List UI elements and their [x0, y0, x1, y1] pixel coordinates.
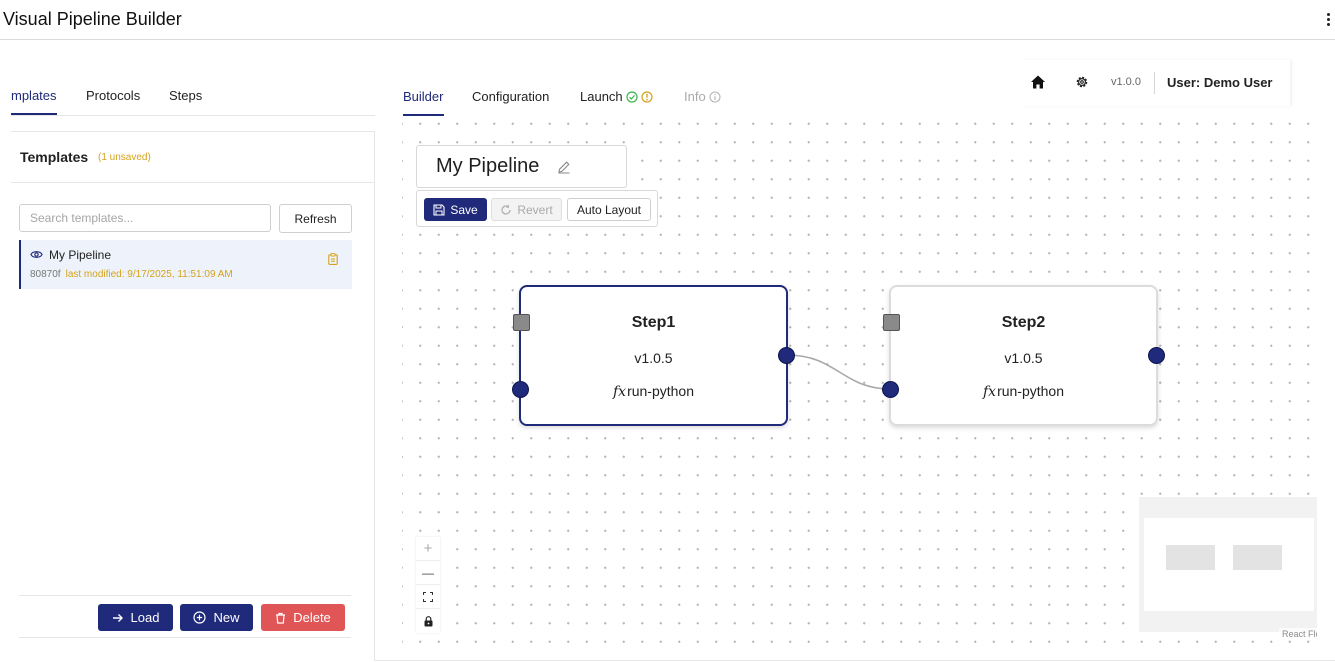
- user-label[interactable]: User: Demo User: [1167, 75, 1273, 90]
- save-button[interactable]: Save: [424, 198, 487, 221]
- template-meta: 80870f last modified: 9/17/2025, 11:51:09…: [30, 269, 233, 280]
- active-tab-indicator: [403, 114, 444, 116]
- save-label: Save: [450, 202, 478, 217]
- eye-icon: [30, 251, 43, 258]
- fit-view-icon: [423, 591, 433, 602]
- templates-panel: Templates (1 unsaved) Refresh My Pipelin…: [11, 131, 375, 661]
- divider: [375, 660, 1335, 661]
- function-icon: fx: [982, 384, 997, 400]
- node-title: Step1: [631, 314, 676, 331]
- node-input-handle[interactable]: [882, 381, 899, 398]
- node-title: Step2: [1001, 314, 1046, 331]
- tab-info-label: Info: [684, 89, 706, 104]
- home-icon[interactable]: [1030, 74, 1046, 90]
- tab-configuration-label: Configuration: [472, 89, 550, 104]
- minimap-viewport: [1144, 518, 1314, 611]
- tab-info[interactable]: Info: [684, 89, 721, 104]
- templates-panel-header: Templates (1 unsaved): [11, 132, 375, 183]
- template-name: My Pipeline: [49, 248, 112, 262]
- plus-circle-icon: [193, 611, 207, 624]
- node-version: v1.0.5: [634, 350, 673, 366]
- trash-icon: [276, 612, 286, 624]
- fit-view-button[interactable]: [416, 585, 440, 609]
- zoom-in-button[interactable]: +: [416, 537, 440, 561]
- flow-controls: + —: [416, 537, 440, 633]
- flow-node-step1[interactable]: Step1 v1.0.5 fxrun-python: [512, 285, 795, 426]
- delete-button[interactable]: Delete: [261, 604, 345, 631]
- app-title: Visual Pipeline Builder: [3, 9, 182, 29]
- left-tabs: mplates Protocols Steps: [11, 60, 375, 116]
- minimap-node: [1166, 545, 1215, 570]
- node-output-handle[interactable]: [1148, 347, 1165, 364]
- search-input[interactable]: [19, 204, 271, 232]
- arrow-right-icon: [112, 613, 123, 622]
- node-output-handle[interactable]: [778, 347, 795, 364]
- floppy-disk-icon: [433, 203, 445, 216]
- lock-icon: [424, 615, 432, 626]
- template-list-item[interactable]: My Pipeline 80870f last modified: 9/17/20…: [19, 240, 352, 289]
- kebab-menu-icon[interactable]: [1325, 13, 1331, 29]
- node-function: fxrun-python: [891, 383, 1156, 400]
- flow-node-step2[interactable]: Step2 v1.0.5 fxrun-python: [882, 285, 1165, 426]
- tab-templates[interactable]: mplates: [11, 88, 57, 103]
- refresh-icon: [501, 204, 511, 215]
- gear-icon[interactable]: [1074, 74, 1090, 90]
- pencil-icon[interactable]: [557, 160, 571, 174]
- divider: [1154, 72, 1155, 94]
- revert-label: Revert: [517, 202, 553, 217]
- node-version: v1.0.5: [1004, 350, 1043, 366]
- template-actions-bar: Load New Delete: [19, 595, 351, 638]
- pipeline-title[interactable]: My Pipeline: [436, 155, 539, 178]
- top-right-toolbar: v1.0.0 User: Demo User: [1020, 60, 1290, 106]
- revert-button[interactable]: Revert: [491, 198, 562, 221]
- canvas-edge-strip: [1317, 130, 1335, 659]
- active-tab-indicator: [11, 113, 57, 115]
- node-function-name: run-python: [997, 383, 1064, 399]
- flow-canvas[interactable]: My Pipeline Save Revert Auto Layout Step…: [402, 118, 1317, 659]
- template-modified: last modified: 9/17/2025, 11:51:09 AM: [65, 269, 233, 280]
- clipboard-icon[interactable]: [328, 253, 338, 265]
- node-function: fxrun-python: [521, 383, 786, 400]
- function-icon: fx: [612, 384, 627, 400]
- pipeline-title-box: My Pipeline: [416, 145, 627, 188]
- node-input-handle[interactable]: [512, 381, 529, 398]
- node-config-handle[interactable]: [513, 314, 530, 331]
- new-button[interactable]: New: [180, 604, 253, 631]
- node-function-name: run-python: [627, 383, 694, 399]
- minimap[interactable]: [1139, 497, 1317, 632]
- delete-label: Delete: [293, 610, 331, 625]
- new-label: New: [213, 610, 240, 625]
- panel-title: Templates: [20, 149, 89, 165]
- unsaved-badge: (1 unsaved): [98, 152, 151, 163]
- template-id: 80870f: [30, 269, 61, 280]
- tab-protocols[interactable]: Protocols: [86, 88, 140, 103]
- minimap-node: [1233, 545, 1282, 570]
- react-flow-attribution[interactable]: React Flow: [1279, 628, 1317, 640]
- pipeline-toolbar: Save Revert Auto Layout: [416, 190, 658, 227]
- tab-builder-label: Builder: [403, 89, 444, 104]
- tab-configuration[interactable]: Configuration: [472, 89, 549, 104]
- check-circle-icon: [626, 90, 638, 103]
- load-button[interactable]: Load: [98, 604, 173, 631]
- auto-layout-button[interactable]: Auto Layout: [567, 198, 651, 221]
- tab-launch-label: Launch: [580, 89, 623, 104]
- tab-steps[interactable]: Steps: [169, 88, 202, 103]
- app-header: Visual Pipeline Builder: [0, 0, 1335, 40]
- tab-builder[interactable]: Builder: [403, 89, 443, 104]
- app-version: v1.0.0: [1111, 76, 1141, 88]
- zoom-out-button[interactable]: —: [416, 561, 440, 585]
- warning-circle-icon: [641, 90, 653, 103]
- node-config-handle[interactable]: [883, 314, 900, 331]
- builder-tabs: Builder Configuration Launch Info: [393, 80, 993, 118]
- load-label: Load: [130, 610, 160, 625]
- lock-button[interactable]: [416, 609, 440, 633]
- tab-launch[interactable]: Launch: [580, 89, 653, 104]
- info-circle-icon: [709, 90, 721, 103]
- refresh-button[interactable]: Refresh: [279, 204, 352, 233]
